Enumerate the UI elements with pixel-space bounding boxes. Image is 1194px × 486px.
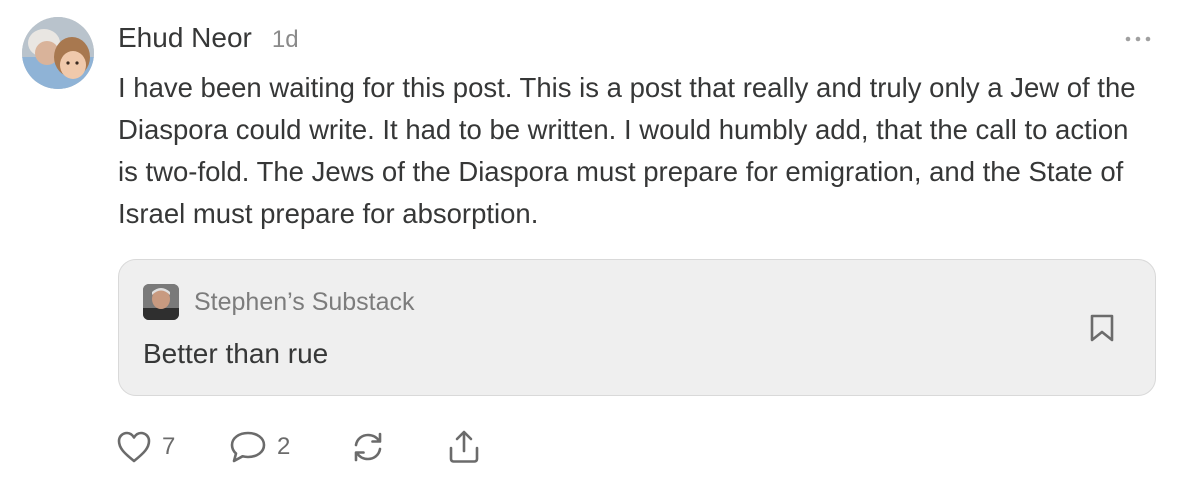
bookmark-icon[interactable] <box>1089 313 1115 343</box>
embedded-post-title: Better than rue <box>143 338 329 369</box>
comment-timestamp[interactable]: 1d <box>272 26 299 54</box>
restack-icon <box>354 432 382 462</box>
comment-header: Ehud Neor 1d <box>118 22 299 54</box>
share-icon <box>449 430 479 463</box>
author-name[interactable]: Ehud Neor <box>118 22 252 54</box>
restack-button[interactable] <box>350 428 386 466</box>
embedded-post-card[interactable]: Stephen’s Substack Better than rue <box>118 259 1156 396</box>
like-count: 7 <box>162 433 176 460</box>
heart-icon <box>117 431 151 463</box>
more-horizontal-icon[interactable] <box>1123 34 1153 44</box>
share-button[interactable] <box>446 428 482 466</box>
comment-bubble-icon <box>230 431 266 463</box>
publication-avatar <box>143 284 179 320</box>
author-avatar[interactable] <box>22 17 94 89</box>
reply-button[interactable]: 2 <box>229 428 290 466</box>
comment-body: I have been waiting for this post. This … <box>118 72 1136 229</box>
publication-name: Stephen’s Substack <box>194 288 415 316</box>
like-button[interactable]: 7 <box>116 428 175 466</box>
reply-count: 2 <box>277 433 291 460</box>
